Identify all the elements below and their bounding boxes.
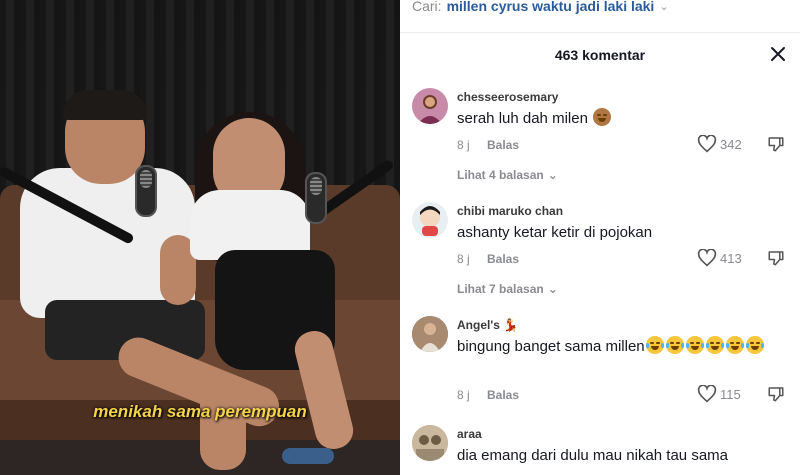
reply-button[interactable]: Balas (487, 388, 519, 402)
comment-item: chibi maruko chan ashanty ketar ketir di… (412, 202, 790, 302)
microphone-icon (305, 172, 327, 224)
heart-icon (697, 135, 717, 153)
divider (400, 32, 800, 33)
search-label: Cari: (412, 0, 442, 14)
view-replies-label: Lihat 4 balasan (457, 168, 544, 182)
comment-username-text: Angel's (457, 318, 500, 332)
view-replies-button[interactable]: Lihat 7 balasan ⌄ (457, 282, 558, 296)
comment-age: 8 j (457, 388, 470, 402)
comment-age: 8 j (457, 138, 470, 152)
comment-text-body: serah luh dah milen (457, 110, 588, 127)
thumbs-down-icon[interactable] (767, 385, 785, 408)
close-icon[interactable] (766, 42, 790, 66)
like-button[interactable]: 115 (697, 385, 741, 403)
thumbs-down-icon[interactable] (767, 249, 785, 272)
tears-of-joy-icon (685, 336, 704, 354)
comment-username[interactable]: Angel's 💃 (457, 318, 518, 332)
comments-count-title: 463 komentar (554, 47, 646, 63)
video-subtitle: menikah sama perempuan (93, 402, 307, 421)
comment-username[interactable]: araa (457, 427, 482, 441)
avatar[interactable] (412, 88, 448, 124)
man-leg (200, 380, 246, 470)
chevron-down-icon: ⌄ (547, 282, 558, 296)
like-button[interactable]: 413 (697, 249, 742, 267)
search-suggestion[interactable]: Cari: millen cyrus waktu jadi laki laki … (412, 0, 669, 17)
thumbs-down-icon[interactable] (767, 135, 785, 158)
reply-button[interactable]: Balas (487, 138, 519, 152)
woman-shoe (282, 448, 334, 464)
comments-panel: Cari: millen cyrus waktu jadi laki laki … (400, 0, 800, 475)
video-player[interactable]: menikah sama perempuan (0, 0, 400, 475)
comment-text: serah luh dah milen (457, 108, 787, 130)
comment-item: chesseerosemary serah luh dah milen 8 j … (412, 88, 790, 188)
reply-button[interactable]: Balas (487, 252, 519, 266)
see-no-evil-monkey-icon (593, 108, 612, 126)
search-query[interactable]: millen cyrus waktu jadi laki laki (447, 0, 655, 14)
tears-of-joy-icon (665, 336, 684, 354)
heart-icon (697, 249, 717, 267)
like-count: 413 (720, 250, 742, 266)
avatar[interactable] (412, 202, 448, 238)
comment-item: araa dia emang dari dulu mau nikah tau s… (412, 425, 790, 475)
man-hair (63, 90, 147, 120)
comment-item: Angel's 💃 bingung banget sama millen 8 j… (412, 316, 790, 416)
like-button[interactable]: 342 (697, 135, 742, 153)
chevron-down-icon[interactable]: ⌄ (659, 0, 668, 13)
tears-of-joy-icon (745, 336, 764, 354)
comment-text-body: bingung banget sama millen (457, 338, 645, 355)
dancer-icon: 💃 (503, 318, 519, 332)
avatar[interactable] (412, 316, 448, 352)
like-count: 342 (720, 136, 742, 152)
tears-of-joy-icon (725, 336, 744, 354)
avatar[interactable] (412, 425, 448, 461)
view-replies-label: Lihat 7 balasan (457, 282, 544, 296)
tears-of-joy-icon (645, 336, 664, 354)
tears-of-joy-icon (705, 336, 724, 354)
view-replies-button[interactable]: Lihat 4 balasan ⌄ (457, 168, 558, 182)
chevron-down-icon: ⌄ (547, 168, 558, 182)
like-count: 115 (720, 386, 741, 402)
comment-username[interactable]: chibi maruko chan (457, 204, 563, 218)
comment-age: 8 j (457, 252, 470, 266)
comment-username[interactable]: chesseerosemary (457, 90, 558, 104)
tears-of-joy-icons (645, 336, 765, 355)
comment-text: dia emang dari dulu mau nikah tau sama (457, 447, 728, 464)
microphone-icon (135, 165, 157, 217)
comment-text: ashanty ketar ketir di pojokan (457, 224, 653, 241)
heart-icon (697, 385, 717, 403)
comment-text: bingung banget sama millen (457, 336, 787, 358)
